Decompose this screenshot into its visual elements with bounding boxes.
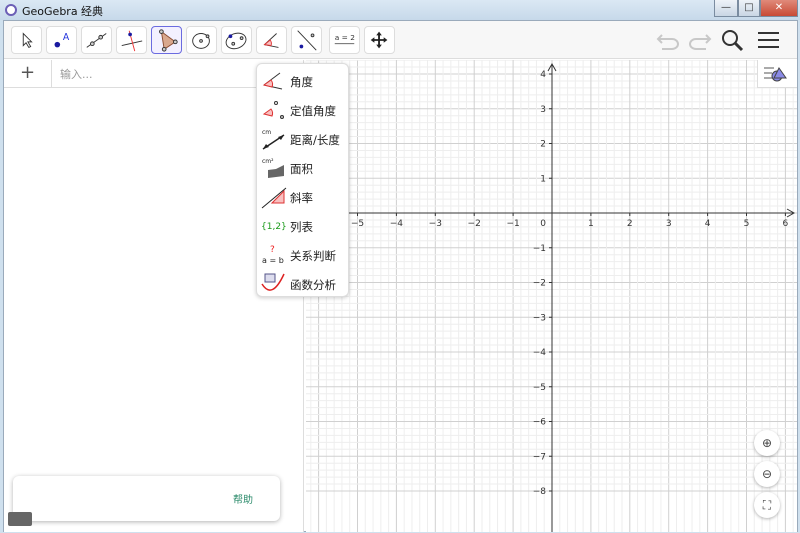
svg-text:a = b: a = b (262, 256, 284, 265)
menu-item-angle[interactable]: 角度 (257, 66, 349, 95)
list-icon: {1,2} (261, 222, 287, 232)
x-tick-label: 6 (783, 219, 789, 229)
y-tick-label: −7 (533, 452, 546, 462)
add-item-button[interactable]: + (4, 60, 52, 88)
slope-icon (261, 187, 287, 209)
y-tick-label: −2 (533, 279, 546, 289)
function-inspector-icon (261, 273, 285, 291)
tool-slider[interactable]: a = 2 (329, 26, 360, 54)
y-tick-label: −5 (533, 383, 546, 393)
y-tick-label: −4 (533, 348, 547, 358)
svg-text:cm: cm (262, 129, 271, 136)
svg-text:?: ? (270, 245, 275, 255)
y-tick-label: −3 (533, 313, 546, 323)
angle-icon (263, 33, 279, 48)
fullscreen-icon: ⛶ (762, 498, 772, 512)
x-tick-label: −2 (468, 219, 481, 229)
menu-icon[interactable] (756, 29, 782, 53)
menu-item-list[interactable]: {1,2} 列表 (257, 211, 349, 240)
slider-icon: a = 2 (334, 33, 355, 45)
toolbar: A a = 2 (4, 21, 797, 59)
move-arrows-icon (370, 31, 388, 49)
title-bar: GeoGebra 经典 — □ ✕ (0, 0, 800, 20)
x-tick-label: −3 (429, 219, 442, 229)
distance-icon: cm (262, 129, 285, 150)
tool-circle[interactable] (186, 26, 217, 54)
tool-move[interactable] (11, 26, 42, 54)
svg-text:{1,2}: {1,2} (261, 222, 287, 232)
tool-line[interactable] (81, 26, 112, 54)
coordinate-grid[interactable]: −6−5−4−3−2−11234564321−1−2−3−4−5−6−7−80 (306, 60, 797, 532)
menu-item-fixed-angle[interactable]: 定值角度 (257, 95, 349, 124)
help-panel: 帮助 (13, 476, 280, 521)
menu-item-relation[interactable]: ? a = b 关系判断 (257, 240, 349, 269)
zoom-out-icon: ⊖ (761, 467, 773, 481)
redo-icon[interactable] (684, 29, 714, 51)
ellipse-icon (225, 32, 247, 50)
style-bar-icon (764, 67, 787, 82)
graphics-view[interactable]: −6−5−4−3−2−11234564321−1−2−3−4−5−6−7−80 (306, 60, 797, 532)
svg-text:cm²: cm² (262, 158, 274, 165)
svg-text:A: A (63, 32, 70, 43)
y-tick-label: −8 (533, 487, 547, 497)
x-tick-label: −1 (506, 219, 519, 229)
style-bar-toggle[interactable] (757, 60, 797, 88)
cursor-arrow-icon (22, 32, 33, 49)
x-tick-label: 3 (666, 219, 672, 229)
line-icon (86, 33, 107, 48)
angle-icon (262, 72, 283, 90)
x-tick-label: 2 (627, 219, 633, 229)
y-tick-label: 1 (540, 174, 546, 184)
minimize-button[interactable]: — (714, 0, 738, 17)
area-icon: cm² (262, 158, 284, 178)
window-title: GeoGebra 经典 (22, 5, 104, 18)
tool-angle[interactable] (256, 26, 287, 54)
y-tick-label: 4 (540, 70, 546, 80)
menu-item-area[interactable]: cm² 面积 (257, 153, 349, 182)
zoom-out-button[interactable]: ⊖ (754, 461, 780, 487)
help-link[interactable]: 帮助 (233, 491, 253, 506)
x-tick-label: 4 (705, 219, 711, 229)
restore-button[interactable]: □ (738, 0, 760, 17)
close-button[interactable]: ✕ (760, 0, 798, 17)
measure-tools-dropdown: 角度 定值角度 cm 距离/长度 cm² 面积 斜率 {1,2} 列表 ? a = b关… (256, 63, 349, 297)
relation-icon: ?a = b (262, 245, 284, 265)
reflect-line-icon (297, 30, 317, 51)
menu-item-slope[interactable]: 斜率 (257, 182, 349, 211)
tool-move-graphics-view[interactable] (364, 26, 395, 54)
y-tick-label: 2 (540, 140, 546, 150)
menu-item-distance[interactable]: cm 距离/长度 (257, 124, 349, 153)
circle-icon (192, 33, 210, 49)
x-tick-label: 5 (744, 219, 750, 229)
tool-point[interactable]: A (46, 26, 77, 54)
fullscreen-button[interactable]: ⛶ (754, 492, 780, 518)
x-tick-label: −5 (351, 219, 364, 229)
geogebra-logo-icon (5, 4, 17, 16)
zoom-in-icon: ⊕ (761, 436, 773, 450)
menu-item-function-inspector[interactable]: 函数分析 (257, 269, 349, 298)
fixed-angle-icon (262, 101, 284, 119)
undo-icon[interactable] (654, 29, 684, 51)
tool-reflect[interactable] (291, 26, 322, 54)
zoom-in-button[interactable]: ⊕ (754, 430, 780, 456)
x-tick-label: 1 (588, 219, 594, 229)
keyboard-icon[interactable] (8, 512, 32, 526)
x-tick-label: −4 (390, 219, 404, 229)
svg-text:a = 2: a = 2 (335, 33, 355, 42)
perpendicular-line-icon (121, 30, 143, 52)
y-tick-label: −1 (533, 244, 546, 254)
search-icon[interactable] (720, 29, 746, 53)
polygon-icon (159, 29, 178, 52)
point-icon: A (54, 32, 70, 48)
y-tick-label: 3 (540, 105, 546, 115)
origin-label: 0 (540, 219, 546, 229)
tool-conic[interactable] (221, 26, 252, 54)
tool-polygon[interactable] (151, 26, 182, 54)
y-tick-label: −6 (533, 418, 547, 428)
tool-perpendicular-line[interactable] (116, 26, 147, 54)
